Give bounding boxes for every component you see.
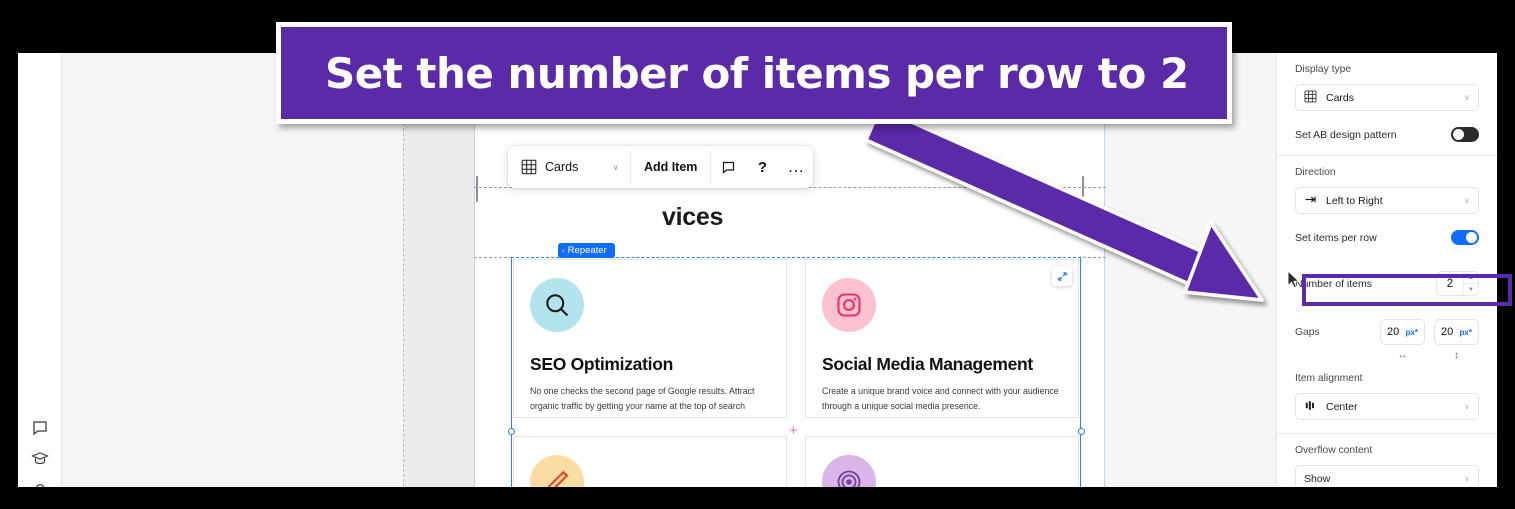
vertical-gap-icon: ↕ — [1454, 350, 1459, 361]
display-type-value: Cards — [545, 160, 579, 174]
target-icon-circle — [822, 455, 876, 487]
card-item[interactable]: Social Media Management Create a unique … — [805, 259, 1079, 418]
card-item[interactable]: PPC Advertising Targeted advertising cam… — [805, 436, 1079, 487]
graduation-cap-icon[interactable] — [30, 449, 50, 469]
resize-handle-left[interactable] — [508, 428, 515, 435]
align-center-icon — [1304, 399, 1317, 415]
repeater-badge[interactable]: ‹ Repeater — [558, 243, 615, 258]
card-description: Create a unique brand voice and connect … — [822, 386, 1059, 412]
add-section-marker[interactable]: + — [789, 423, 798, 438]
target-icon — [837, 470, 861, 487]
gaps-label: Gaps — [1295, 326, 1320, 338]
help-icon[interactable]: ? — [745, 146, 779, 188]
page-title: vices — [662, 203, 724, 231]
card-title: SEO Optimization — [530, 354, 673, 374]
repeater-element[interactable]: SEO Optimization No one checks the secon… — [511, 257, 1081, 487]
overflow-content-value: Show — [1304, 472, 1331, 485]
item-alignment-section: Item alignment Center ∨ — [1277, 367, 1497, 433]
chevron-down-icon: ∨ — [1464, 402, 1470, 411]
card-title: Social Media Management — [822, 354, 1033, 374]
toggle-knob — [1466, 232, 1477, 243]
overflow-content-select[interactable]: Show ∨ — [1295, 465, 1479, 487]
gaps-section: Gaps 20 px* 20 px* ↔ ↕ — [1277, 308, 1497, 367]
number-of-items-highlight — [1302, 274, 1512, 306]
mouse-cursor — [1287, 270, 1300, 289]
pencil-icon — [547, 470, 569, 487]
display-type-section: Display type Cards ∨ — [1277, 53, 1497, 124]
horizontal-gap-icon: ↔ — [1397, 350, 1408, 361]
repeater-grid: SEO Optimization No one checks the secon… — [512, 258, 1080, 487]
item-alignment-value: Center — [1326, 400, 1358, 413]
item-alignment-select[interactable]: Center ∨ — [1295, 393, 1479, 420]
arrow-right-icon — [1304, 193, 1317, 209]
margin-tick-left — [476, 176, 478, 202]
settings-panel: Display type Cards ∨ Set AB design patte… — [1276, 53, 1497, 487]
card-item[interactable]: Content Creation Whatever your voice, to… — [513, 436, 787, 487]
instruction-text: Set the number of items per row to 2 — [325, 48, 1189, 98]
resize-handle-right[interactable] — [1078, 428, 1085, 435]
items-per-row-label: Set items per row — [1295, 231, 1377, 244]
card-description: No one checks the second page of Google … — [530, 386, 755, 417]
search-icon-circle — [530, 278, 584, 332]
more-options-icon[interactable]: … — [779, 146, 813, 188]
add-item-button[interactable]: Add Item — [631, 146, 710, 188]
grid-icon — [521, 159, 537, 175]
display-type-select[interactable]: Cards ∨ — [1295, 84, 1479, 111]
display-type-label: Display type — [1295, 64, 1352, 75]
repeater-badge-label: Repeater — [567, 245, 607, 256]
items-per-row-section: Set items per row — [1277, 227, 1497, 259]
comment-icon[interactable] — [711, 146, 745, 188]
chevron-left-icon: ‹ — [562, 246, 565, 255]
display-type-value: Cards — [1326, 91, 1355, 104]
instagram-icon-circle — [822, 278, 876, 332]
toggle-knob — [1453, 129, 1464, 140]
overflow-content-label: Overflow content — [1295, 445, 1373, 456]
chevron-down-icon: ∨ — [1464, 196, 1470, 205]
display-type-dropdown[interactable]: Cards ∨ — [508, 146, 630, 188]
gap-horizontal-unit: px* — [1405, 327, 1418, 337]
items-per-row-toggle[interactable] — [1451, 230, 1479, 245]
item-alignment-label: Item alignment — [1295, 373, 1363, 384]
grid-icon — [1304, 90, 1317, 106]
margin-tick-right — [1082, 176, 1084, 202]
pencil-icon-circle — [530, 455, 584, 487]
chevron-down-icon: ∨ — [1464, 93, 1470, 102]
direction-label: Direction — [1295, 167, 1336, 178]
gap-vertical-input[interactable]: 20 px* — [1434, 319, 1479, 345]
search-icon — [546, 294, 569, 317]
ab-pattern-section: Set AB design pattern — [1277, 124, 1497, 155]
gap-vertical-value: 20 — [1441, 326, 1454, 338]
gap-vertical-unit: px* — [1459, 327, 1472, 337]
instagram-icon — [837, 293, 861, 317]
chevron-down-icon: ∨ — [612, 161, 619, 172]
gap-horizontal-value: 20 — [1387, 326, 1400, 338]
element-toolbar[interactable]: Cards ∨ Add Item ? … — [508, 146, 814, 188]
direction-value: Left to Right — [1326, 194, 1383, 207]
chevron-down-icon: ∨ — [1464, 474, 1470, 483]
direction-select[interactable]: Left to Right ∨ — [1295, 187, 1479, 214]
ab-pattern-toggle[interactable] — [1451, 127, 1479, 142]
ab-pattern-label: Set AB design pattern — [1295, 128, 1397, 141]
direction-section: Direction Left to Right ∨ — [1277, 156, 1497, 227]
overflow-content-section: Overflow content Show ∨ — [1277, 434, 1497, 487]
comment-icon[interactable] — [30, 418, 50, 438]
help-icon[interactable]: ? — [30, 481, 50, 488]
expand-icon[interactable] — [1052, 266, 1072, 286]
screenshot-root: ? vices — [0, 0, 1515, 509]
left-rail: ? — [18, 53, 62, 487]
card-item[interactable]: SEO Optimization No one checks the secon… — [513, 259, 787, 418]
instruction-callout: Set the number of items per row to 2 — [276, 22, 1232, 124]
gap-horizontal-input[interactable]: 20 px* — [1380, 319, 1425, 345]
